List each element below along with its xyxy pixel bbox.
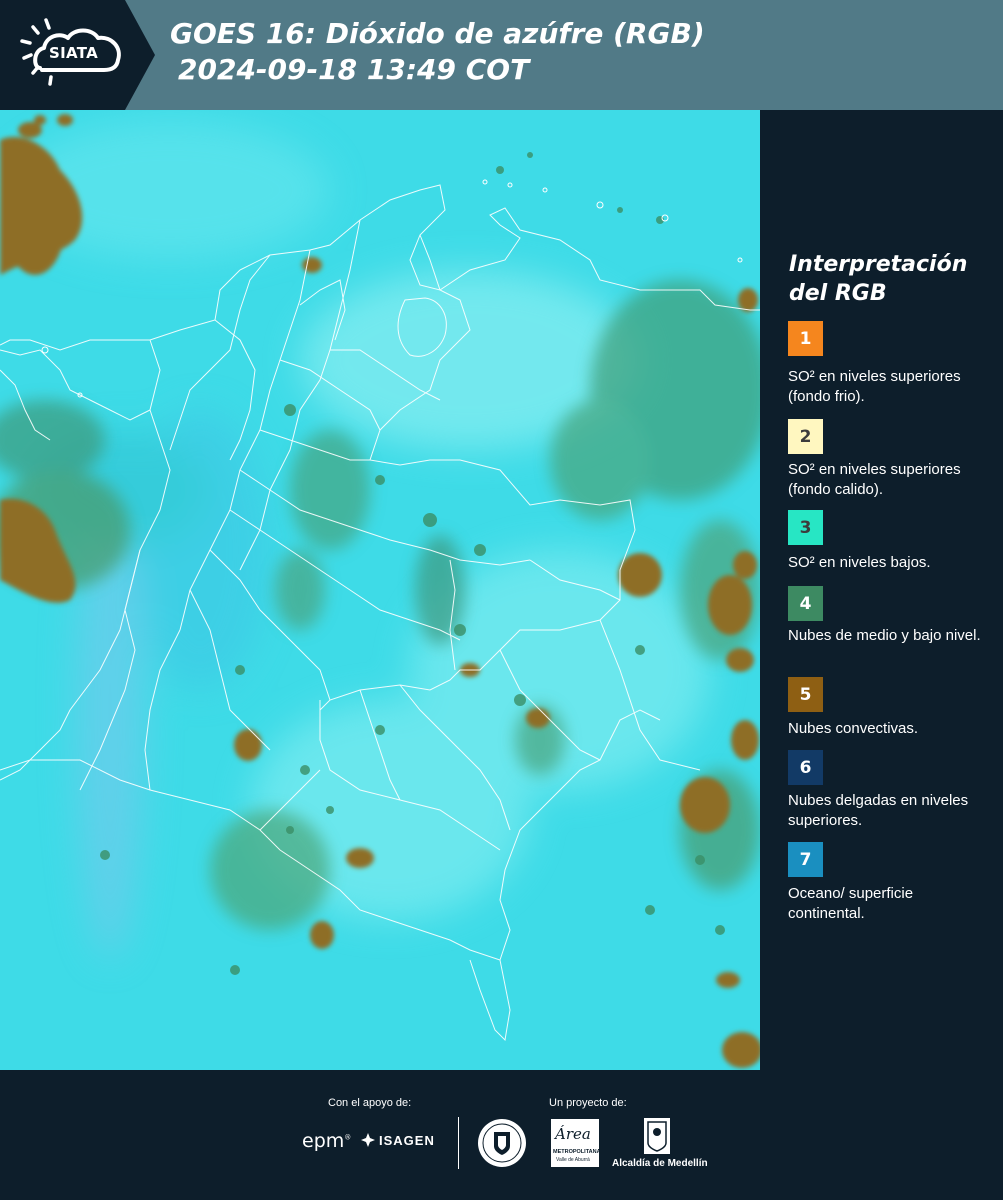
project-label: Un proyecto de: [549,1097,627,1109]
alcaldia-medellin-logo: Alcaldía de Medellín [612,1158,708,1169]
satellite-imagery [0,110,760,1070]
legend-title: Interpretación del RGB [789,250,989,308]
support-label: Con el apoyo de: [328,1097,412,1109]
epm-logo: epm® [302,1130,352,1152]
alcaldia-shield-icon [644,1118,670,1154]
legend-swatch-1: 1 [788,321,823,356]
legend-swatch-7: 7 [788,842,823,877]
legend-title-line1: Interpretación [789,252,968,277]
area-metropolitana-logo: Área METROPOLITANA Valle de Aburrá [551,1119,601,1167]
legend-label-4: Nubes de medio y bajo nivel. [788,627,981,644]
title-timestamp: 2024-09-18 13:49 COT [178,53,530,86]
epm-logo-text: epm [302,1130,345,1152]
legend-swatch-5: 5 [788,677,823,712]
legend-swatch-2: 2 [788,419,823,454]
header-bar: SIATA GOES 16: Dióxido de azúfre (RGB) 2… [0,0,1003,110]
title-product: GOES 16: Dióxido de azúfre (RGB) [170,17,705,50]
siata-logo-text: SIATA [49,44,99,62]
footer-divider [458,1117,459,1169]
legend-label-2: SO² en niveles superiores (fondo calido)… [788,461,961,498]
metro-logo-script: Área [555,1125,591,1143]
isagen-logo: ISAGEN [360,1132,435,1148]
legend-swatch-6: 6 [788,750,823,785]
legend-label-3: SO² en niveles bajos. [788,554,931,571]
siata-logo: SIATA [0,0,155,110]
footer-sponsors: Con el apoyo de: Un proyecto de: epm® IS… [0,1070,1003,1200]
medellin-seal-icon [478,1119,526,1167]
metro-logo-line1: METROPOLITANA [553,1149,601,1155]
legend-label-7: Oceano/ superficie continental. [788,885,914,922]
legend-label-5: Nubes convectivas. [788,720,919,737]
legend-title-line2: del RGB [789,281,887,306]
legend-label-1: SO² en niveles superiores (fondo frio). [788,368,961,405]
rgb-legend-panel: Interpretación del RGB 1 SO² en niveles … [760,110,1003,1070]
legend-swatch-4: 4 [788,586,823,621]
page-title: GOES 16: Dióxido de azúfre (RGB) 2024-09… [170,16,705,88]
isagen-logo-icon [361,1133,375,1147]
satellite-map[interactable] [0,110,760,1070]
metro-logo-line2: Valle de Aburrá [556,1157,590,1163]
legend-swatch-3: 3 [788,510,823,545]
legend-label-6: Nubes delgadas en niveles superiores. [788,792,969,829]
isagen-logo-text: ISAGEN [379,1132,435,1148]
